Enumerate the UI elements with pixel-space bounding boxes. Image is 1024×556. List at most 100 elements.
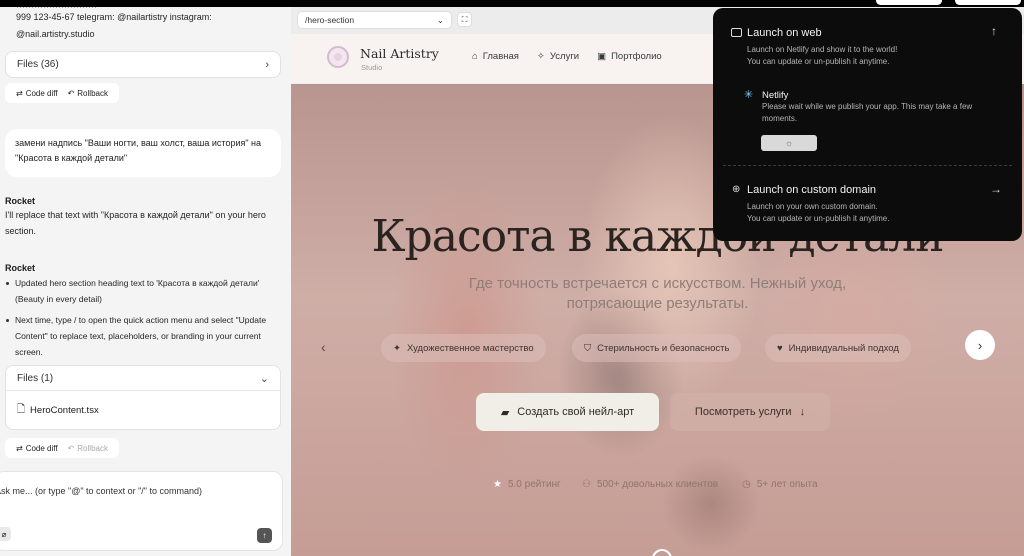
nav-services-label: Услуги <box>549 51 580 62</box>
undo-icon: ↶ <box>67 88 75 98</box>
feature-chip-personal: ♥ Индивидуальный подход <box>765 334 911 362</box>
intro-line-2: @nail.artistry.studio <box>16 29 95 39</box>
fullscreen-icon[interactable]: ⛶ <box>457 12 472 27</box>
code-diff-label: Code diff <box>25 88 58 98</box>
rollback-button[interactable]: ↶ Rollback <box>63 89 113 98</box>
stat-rating: ★ 5.0 рейтинг <box>493 479 561 490</box>
files-card-top[interactable]: Files (36) › <box>5 51 281 78</box>
route-value: /hero-section <box>305 15 355 25</box>
top-bar-pill-2[interactable] <box>955 0 1021 5</box>
code-diff-button-2[interactable]: ⇄ Code diff <box>11 444 63 453</box>
bullet-item: Next time, type / to open the quick acti… <box>4 312 280 360</box>
home-icon: ⌂ <box>472 51 478 62</box>
route-select[interactable]: /hero-section ⌄ <box>297 11 452 29</box>
nav-services[interactable]: ✧ Услуги <box>537 51 579 62</box>
logo-icon[interactable] <box>327 46 349 68</box>
stat-experience: ◷ 5+ лет опыта <box>742 479 818 490</box>
feature-label: Индивидуальный подход <box>788 342 899 354</box>
feature-chip-safety: ⛉ Стерильность и безопасность <box>572 334 742 362</box>
stat-label: 5.0 рейтинг <box>507 479 561 490</box>
chevron-right-icon: › <box>265 58 269 71</box>
cta-primary-label: Создать свой нейл-арт <box>517 406 635 418</box>
assistant-name-2: Rocket <box>5 263 36 273</box>
shield-icon: ⛉ <box>584 342 592 354</box>
chat-input-box[interactable]: Ask me... (or type "@" to context or "/"… <box>0 471 283 551</box>
diff-icon: ⇄ <box>16 88 23 98</box>
send-button[interactable]: ↑ <box>257 528 272 543</box>
diff-actions: ⇄ Code diff ↶ Rollback <box>5 83 119 103</box>
nav-portfolio[interactable]: ▣ Портфолио <box>597 51 662 62</box>
sparkle-icon: ✧ <box>536 51 545 62</box>
undo-icon: ↶ <box>67 443 75 453</box>
carousel-next-icon[interactable]: › <box>965 330 995 360</box>
assistant-bullets: Updated hero section heading text to 'Кр… <box>4 275 280 360</box>
users-icon: ⚇ <box>582 479 591 490</box>
code-diff-label-2: Code diff <box>25 443 58 453</box>
custom-domain-desc-2: You can update or un-publish it anytime. <box>747 214 890 223</box>
browser-icon <box>731 28 742 37</box>
custom-domain-title[interactable]: Launch on custom domain <box>747 184 876 196</box>
hero-subtitle: Где точность встречается с искусством. Н… <box>468 275 847 312</box>
user-message: замени надпись "Ваши ногти, ваш холст, в… <box>5 129 281 177</box>
star-icon: ★ <box>493 479 502 490</box>
top-bar <box>0 0 1024 7</box>
chat-input[interactable]: Ask me... (or type "@" to context or "/"… <box>0 486 202 496</box>
nav-portfolio-label: Портфолио <box>611 51 662 62</box>
cta-secondary-label: Посмотреть услуги <box>694 406 792 418</box>
sparkle-icon: ✦ <box>393 342 401 354</box>
files-label: Files (36) <box>17 59 59 70</box>
diff-actions-2: ⇄ Code diff ↶ Rollback <box>5 438 119 458</box>
create-nail-art-button[interactable]: ▰ Создать свой нейл-арт <box>476 393 659 431</box>
launch-web-desc-2: You can update or un-publish it anytime. <box>747 57 890 66</box>
chat-panel: ……………………… 999 123-45-67 telegram: @naila… <box>0 7 291 556</box>
file-name: HeroContent.tsx <box>30 404 99 416</box>
nav-home-label: Главная <box>482 51 519 62</box>
heart-icon: ♥ <box>777 342 783 354</box>
netlify-title: Netlify <box>762 90 789 101</box>
files-header[interactable]: Files (1) ⌄ <box>6 366 280 391</box>
feature-label: Художественное мастерство <box>406 342 534 354</box>
files-label-2: Files (1) <box>17 372 54 384</box>
launch-popup: Launch on web ↑ Launch on Netlify and sh… <box>713 8 1022 241</box>
arrow-up-icon[interactable]: ↑ <box>991 24 997 38</box>
arrow-down-icon: ↓ <box>799 406 806 418</box>
view-services-button[interactable]: Посмотреть услуги ↓ <box>670 393 830 431</box>
top-bar-pill[interactable] <box>876 0 942 5</box>
message-icon: ▰ <box>500 406 510 419</box>
netlify-desc-1: Please wait while we publish your app. T… <box>762 102 973 111</box>
brand-name[interactable]: Nail Artistry <box>360 46 439 61</box>
bullet-item: Updated hero section heading text to 'Кр… <box>4 275 280 307</box>
rollback-label: Rollback <box>77 88 108 98</box>
netlify-icon: ✳ <box>744 89 754 101</box>
custom-domain-desc-1: Launch on your own custom domain. <box>747 202 878 211</box>
feature-label: Стерильность и безопасность <box>597 342 730 354</box>
carousel-prev-icon[interactable]: ‹ <box>321 339 326 355</box>
file-icon: 🗋 <box>17 403 26 415</box>
brand-sub: Studio <box>361 63 383 72</box>
arrow-right-icon[interactable]: → <box>990 182 1002 196</box>
assistant-message: I'll replace that text with "Красота в к… <box>5 210 266 236</box>
files-card-bottom: Files (1) ⌄ 🗋 HeroContent.tsx <box>5 365 281 430</box>
intro-line-1: 999 123-45-67 telegram: @nailartistry in… <box>16 12 212 22</box>
stat-clients: ⚇ 500+ довольных клиентов <box>582 479 718 490</box>
launch-web-desc-1: Launch on Netlify and show it to the wor… <box>747 45 898 54</box>
rollback-label-2: Rollback <box>77 443 108 453</box>
scroll-indicator[interactable] <box>652 549 672 556</box>
popup-divider <box>723 165 1012 166</box>
stat-label: 5+ лет опыта <box>756 479 818 490</box>
code-diff-button[interactable]: ⇄ Code diff <box>11 89 63 98</box>
rollback-button-2[interactable]: ↶ Rollback <box>63 444 113 453</box>
stat-label: 500+ довольных клиентов <box>596 479 719 490</box>
nav-home[interactable]: ⌂ Главная <box>472 51 519 62</box>
attach-icon[interactable]: ⌀ <box>0 527 11 541</box>
spinner-icon: ☼ <box>784 138 794 148</box>
globe-icon: ⊕ <box>732 184 741 195</box>
feature-chip-art: ✦ Художественное мастерство <box>381 334 546 362</box>
publishing-button[interactable]: ☼ <box>761 135 817 151</box>
nav-links: ⌂ Главная ✧ Услуги ▣ Портфолио <box>472 51 662 62</box>
image-icon: ▣ <box>597 51 607 62</box>
clock-icon: ◷ <box>742 479 751 490</box>
assistant-name: Rocket <box>5 196 36 206</box>
launch-web-title[interactable]: Launch on web <box>747 27 822 39</box>
file-item[interactable]: 🗋 HeroContent.tsx <box>6 391 280 429</box>
